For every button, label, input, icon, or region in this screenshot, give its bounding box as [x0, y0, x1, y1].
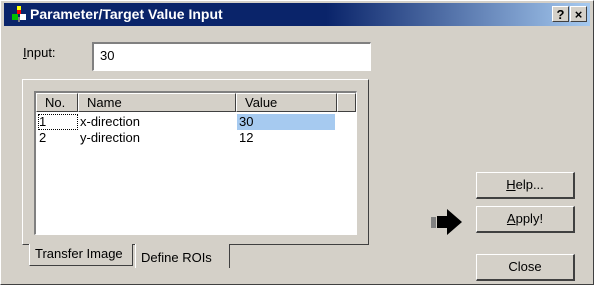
row-no: 2 — [39, 130, 47, 145]
parameter-list[interactable]: No. Name Value 1 x-direction 30 2 y-dire… — [34, 91, 357, 235]
column-header-no[interactable]: No. — [36, 93, 78, 112]
close-icon[interactable]: × — [570, 6, 587, 22]
input-field[interactable]: 30 — [92, 42, 371, 71]
list-header: No. Name Value — [36, 93, 356, 112]
close-button[interactable]: Close — [476, 254, 575, 281]
help-button[interactable]: Help... — [476, 172, 575, 199]
app-icon — [12, 6, 26, 22]
row-value[interactable]: 30 — [237, 114, 335, 130]
input-label: Input: — [23, 45, 56, 60]
tab-define-rois[interactable]: Define ROIs — [135, 244, 230, 268]
table-row[interactable]: 2 y-direction 12 — [36, 130, 356, 146]
row-name: y-direction — [80, 130, 140, 145]
help-icon[interactable]: ? — [552, 6, 569, 22]
tab-transfer-image[interactable]: Transfer Image — [29, 244, 133, 266]
table-row[interactable]: 1 x-direction 30 — [36, 114, 356, 130]
row-no: 1 — [38, 114, 78, 130]
apply-button[interactable]: Apply! — [476, 206, 575, 233]
row-value[interactable]: 12 — [237, 130, 335, 146]
row-name: x-direction — [80, 114, 140, 129]
column-header-name[interactable]: Name — [78, 93, 236, 112]
column-header-value[interactable]: Value — [236, 93, 337, 112]
window-title: Parameter/Target Value Input — [30, 6, 223, 22]
column-header-empty — [337, 93, 356, 112]
right-arrow-icon — [431, 209, 462, 235]
dialog-window: Parameter/Target Value Input ? × Input: … — [0, 0, 594, 285]
title-bar[interactable]: Parameter/Target Value Input ? × — [4, 3, 590, 26]
